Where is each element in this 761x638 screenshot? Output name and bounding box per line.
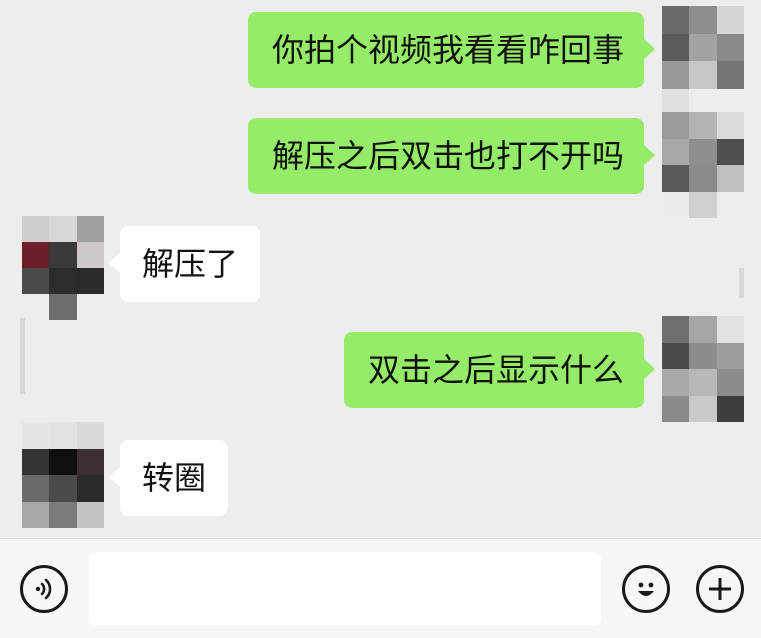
plus-icon bbox=[709, 578, 731, 600]
input-bar bbox=[0, 538, 761, 638]
message-input[interactable] bbox=[89, 553, 601, 625]
message-bubble-outgoing[interactable]: 双击之后显示什么 bbox=[344, 332, 655, 408]
avatar-edge bbox=[739, 268, 744, 298]
message-bubble-outgoing[interactable]: 解压之后双击也打不开吗 bbox=[248, 118, 655, 194]
message-bubble-incoming[interactable]: 解压了 bbox=[109, 226, 260, 302]
chat-screen: 你拍个视频我看看咋回事 解压之后双击也打不开吗 解压了 双击之后显示什么 转圈 bbox=[0, 0, 761, 638]
self-avatar[interactable] bbox=[662, 316, 744, 422]
self-avatar[interactable] bbox=[662, 112, 744, 218]
emoji-icon bbox=[638, 582, 654, 596]
emoji-button[interactable] bbox=[622, 565, 670, 613]
message-bubble-incoming[interactable]: 转圈 bbox=[109, 440, 228, 516]
more-button[interactable] bbox=[696, 565, 744, 613]
contact-avatar[interactable] bbox=[22, 422, 104, 528]
self-avatar[interactable] bbox=[662, 6, 744, 116]
voice-icon bbox=[35, 578, 52, 600]
avatar-edge bbox=[20, 318, 25, 394]
voice-button[interactable] bbox=[20, 565, 68, 613]
contact-avatar[interactable] bbox=[22, 216, 104, 320]
message-list[interactable]: 你拍个视频我看看咋回事 解压之后双击也打不开吗 解压了 双击之后显示什么 转圈 bbox=[0, 0, 761, 538]
message-bubble-outgoing[interactable]: 你拍个视频我看看咋回事 bbox=[248, 12, 655, 88]
